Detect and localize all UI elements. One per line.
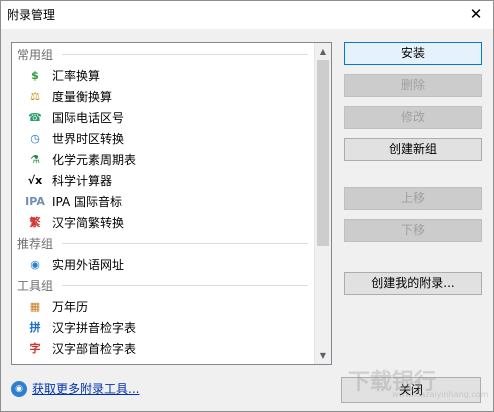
create-group-button[interactable]: 创建新组 (344, 138, 482, 161)
flask-icon: ⚗ (30, 152, 40, 166)
get-more-tools-label[interactable]: 获取更多附录工具... (32, 380, 139, 397)
appendix-list[interactable]: 常用组 $ 汇率换算 ⚖ 度量衡换算 ☎ 国际电话区号 ◷ 世界时区转换 ⚗ 化学元素周期表 √x 科… (11, 42, 332, 365)
install-button[interactable]: 安装 (344, 42, 482, 65)
group-divider (62, 54, 308, 55)
list-item-label: 化学元素周期表 (52, 152, 137, 167)
close-icon[interactable]: ✕ (465, 3, 487, 25)
list-item-label: 汉字部首检字表 (52, 341, 137, 356)
list-item[interactable]: 拼汉字拼音检字表 (26, 317, 306, 337)
list-item[interactable]: ▦ 万年历 (26, 296, 306, 316)
list-item-label: 万年历 (52, 299, 89, 314)
list-item[interactable]: IPA IPA 国际音标 (25, 191, 306, 211)
get-more-tools-link[interactable]: ◉ 获取更多附录工具... (11, 380, 139, 397)
list-item[interactable]: √x 科学计算器 (26, 170, 306, 190)
list-item-label: 科学计算器 (52, 173, 113, 188)
delete-button[interactable]: 删除 (344, 74, 482, 97)
group-header-common: 常用组 (17, 48, 54, 62)
group-header-recommended: 推荐组 (17, 237, 54, 251)
group-divider (62, 243, 308, 244)
scroll-down-icon[interactable]: ▼ (315, 347, 331, 364)
clock-icon: ◷ (30, 131, 40, 145)
list-item[interactable]: ◉ 实用外语网址 (26, 254, 306, 274)
globe-icon: ◉ (11, 380, 27, 397)
vertical-scrollbar[interactable]: ▲ ▼ (314, 43, 331, 364)
title-bar: 附录管理 ✕ (1, 1, 493, 29)
scroll-up-icon[interactable]: ▲ (315, 43, 331, 60)
modify-button[interactable]: 修改 (344, 106, 482, 129)
convert-icon: 繁 (29, 216, 41, 229)
list-item-label: 世界时区转换 (52, 131, 125, 146)
list-item-label: 实用外语网址 (52, 257, 125, 272)
globe-icon: ◉ (30, 257, 40, 271)
create-my-appendix-button[interactable]: 创建我的附录... (344, 272, 482, 295)
close-button[interactable]: 关闭 (341, 377, 481, 403)
list-item-label: 国际电话区号 (52, 110, 125, 125)
appendix-manager-dialog: 附录管理 ✕ 常用组 $ 汇率换算 ⚖ 度量衡换算 ☎ 国际电话区号 ◷ 世界时区转换 ⚗ 化学元… (0, 0, 494, 412)
group-header-tools: 工具组 (17, 279, 54, 293)
list-item[interactable]: ☎ 国际电话区号 (26, 107, 306, 127)
list-item[interactable]: ⚖ 度量衡换算 (26, 86, 306, 106)
list-item-label: IPA 国际音标 (52, 194, 123, 209)
calendar-icon: ▦ (29, 299, 41, 313)
list-item-label: 汉字拼音检字表 (52, 320, 137, 335)
sqrt-icon: √x (27, 173, 43, 187)
window-title: 附录管理 (7, 8, 56, 22)
scale-icon: ⚖ (30, 89, 40, 103)
move-up-button[interactable]: 上移 (344, 187, 482, 210)
list-item-label: 汉字简繁转换 (52, 215, 125, 230)
group-divider (62, 285, 308, 286)
ipa-icon: IPA (25, 194, 45, 208)
phone-icon: ☎ (28, 110, 42, 124)
dollar-icon: $ (31, 68, 39, 82)
list-item-label: 度量衡换算 (52, 89, 113, 104)
move-down-button[interactable]: 下移 (344, 219, 482, 242)
list-item[interactable] (26, 359, 306, 364)
list-item-label: 汇率换算 (52, 68, 101, 83)
partial-icon (26, 360, 44, 364)
list-item[interactable]: ◷ 世界时区转换 (26, 128, 306, 148)
list-item[interactable]: ⚗ 化学元素周期表 (26, 149, 306, 169)
pinyin-icon: 拼 (29, 321, 41, 334)
scroll-thumb[interactable] (317, 60, 329, 246)
list-item[interactable]: $ 汇率换算 (26, 65, 306, 85)
list-item[interactable]: 繁汉字简繁转换 (26, 212, 306, 232)
list-item[interactable]: 字汉字部首检字表 (26, 338, 306, 358)
radical-icon: 字 (29, 342, 41, 355)
